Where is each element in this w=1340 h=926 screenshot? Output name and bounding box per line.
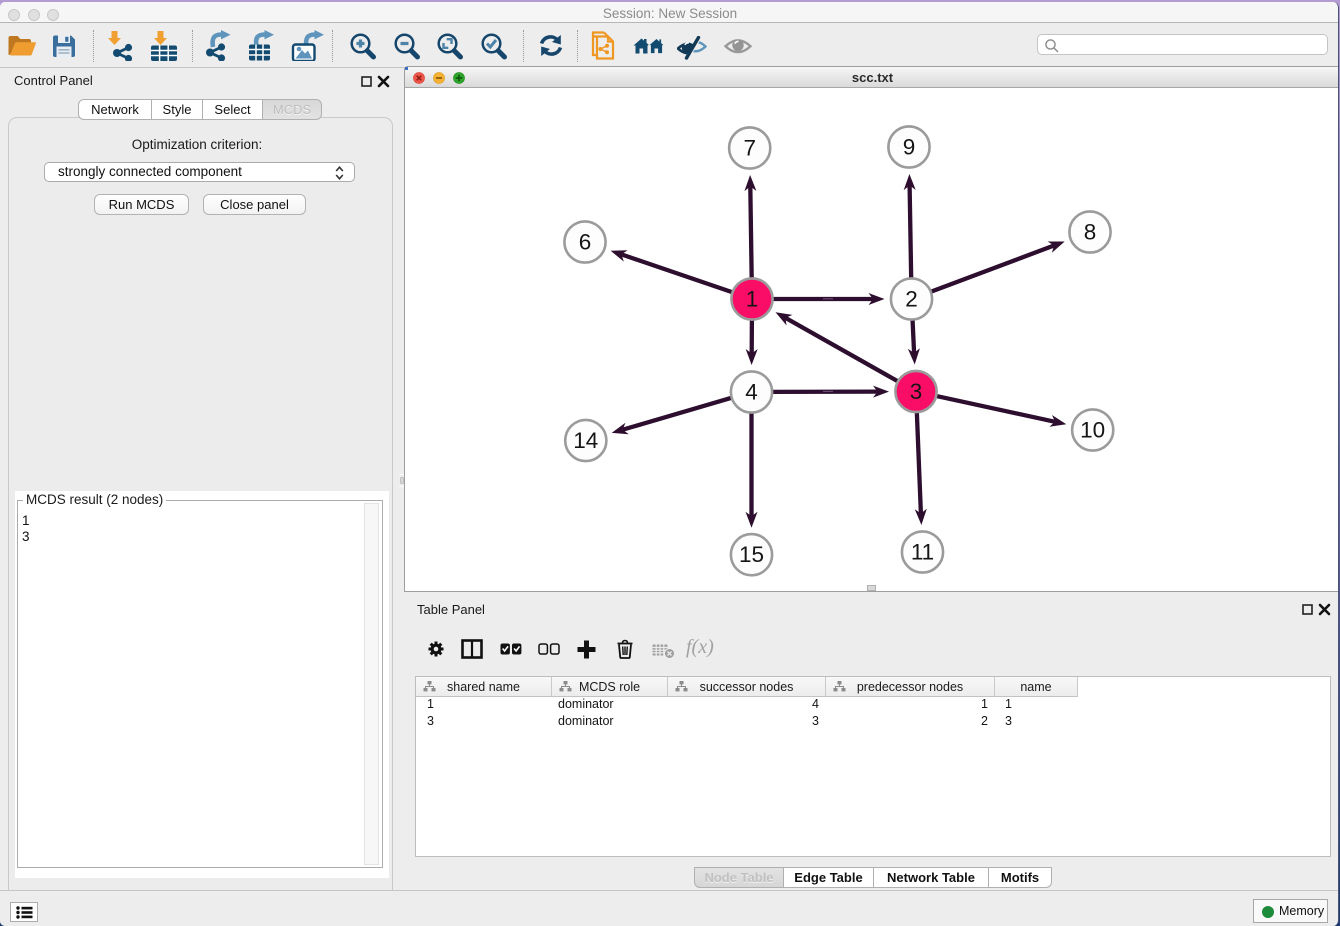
svg-text:6: 6 (579, 230, 592, 255)
svg-text:3: 3 (910, 379, 923, 404)
svg-text:8: 8 (1084, 220, 1097, 245)
svg-text:15: 15 (739, 542, 764, 567)
svg-text:1: 1 (746, 287, 759, 312)
svg-text:14: 14 (573, 428, 598, 453)
svg-text:4: 4 (745, 380, 758, 405)
svg-text:7: 7 (743, 136, 756, 161)
svg-text:2: 2 (905, 287, 918, 312)
svg-text:11: 11 (911, 540, 934, 565)
svg-text:10: 10 (1080, 418, 1105, 443)
svg-text:9: 9 (903, 135, 916, 160)
